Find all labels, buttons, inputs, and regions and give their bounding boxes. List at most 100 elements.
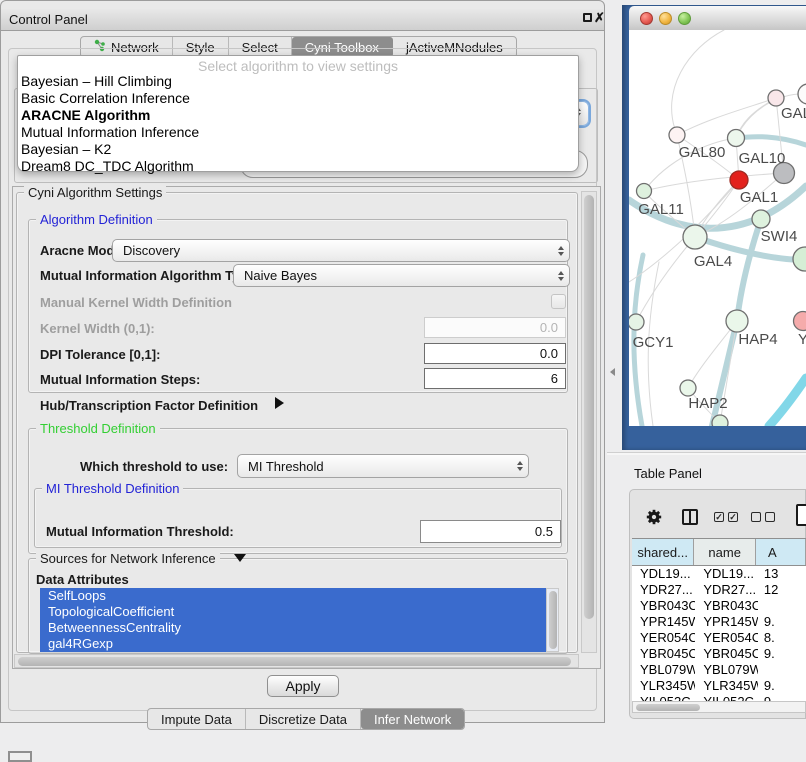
table-row[interactable]: YPR145WYPR145W9. bbox=[632, 614, 806, 630]
deselect-all-checkbox-icon[interactable] bbox=[751, 512, 761, 522]
table-row[interactable]: YDL19...YDL19...13 bbox=[632, 566, 806, 582]
column-header-name[interactable]: name bbox=[694, 539, 756, 565]
network-node[interactable] bbox=[794, 312, 806, 331]
network-node[interactable] bbox=[629, 314, 644, 330]
table-cell[interactable]: 9. bbox=[758, 678, 806, 694]
table-cell[interactable]: YIL052C bbox=[632, 694, 695, 701]
table-cell[interactable]: YLR345W bbox=[632, 678, 695, 694]
tab-infer-network[interactable]: Infer Network bbox=[361, 709, 464, 729]
table-cell[interactable]: YPR145W bbox=[632, 614, 695, 630]
table-cell[interactable]: 8. bbox=[758, 630, 806, 646]
network-node[interactable] bbox=[680, 380, 696, 396]
table-cell[interactable]: YBR043C bbox=[632, 598, 695, 614]
table-cell[interactable]: YBL079W bbox=[695, 662, 758, 678]
network-node[interactable] bbox=[637, 184, 652, 199]
table-cell[interactable]: 12 bbox=[758, 582, 806, 598]
float-window-icon[interactable] bbox=[583, 13, 592, 22]
settings-vscroll-thumb[interactable] bbox=[584, 195, 594, 619]
close-icon[interactable]: ✗ bbox=[594, 10, 605, 26]
table-hscroll-thumb[interactable] bbox=[636, 704, 700, 711]
table-row[interactable]: YIL052CYIL052C9 bbox=[632, 694, 806, 701]
network-node[interactable] bbox=[728, 130, 745, 147]
mi-type-combo[interactable]: Naive Bayes bbox=[233, 264, 570, 287]
table-cell[interactable]: YIL052C bbox=[695, 694, 758, 701]
algorithm-option-mutual-information-inference[interactable]: Mutual Information Inference bbox=[18, 124, 578, 141]
network-node[interactable] bbox=[712, 415, 728, 426]
deselect-all-checkbox-icon[interactable] bbox=[765, 512, 775, 522]
table-cell[interactable]: 9. bbox=[758, 646, 806, 662]
table-row[interactable]: YDR27...YDR27...12 bbox=[632, 582, 806, 598]
table-cell[interactable]: 9 bbox=[758, 694, 806, 701]
table-cell[interactable]: YER054C bbox=[632, 630, 695, 646]
mi-steps-field[interactable]: 6 bbox=[424, 368, 566, 389]
table-cell[interactable]: YBL079W bbox=[632, 662, 695, 678]
attribute-item-topologicalcoefficient[interactable]: TopologicalCoefficient bbox=[40, 604, 546, 620]
select-all-checkbox-icon[interactable]: ✓ bbox=[714, 512, 724, 522]
table-cell[interactable]: YBR043C bbox=[695, 598, 758, 614]
table-cell[interactable]: YDR27... bbox=[632, 582, 695, 598]
algorithm-option-aracne-algorithm[interactable]: ARACNE Algorithm bbox=[18, 107, 578, 124]
network-node[interactable] bbox=[683, 225, 707, 249]
table-cell[interactable]: YDL19... bbox=[632, 566, 695, 582]
table-cell[interactable] bbox=[758, 598, 806, 614]
table-row[interactable]: YBR043CYBR043C bbox=[632, 598, 806, 614]
close-traffic-light-icon[interactable] bbox=[640, 12, 653, 25]
settings-horizontal-scrollbar[interactable] bbox=[14, 654, 579, 668]
attribute-item-betweennesscentrality[interactable]: BetweennessCentrality bbox=[40, 620, 546, 636]
expand-arrow-icon[interactable] bbox=[275, 397, 284, 409]
export-table-icon[interactable] bbox=[796, 504, 806, 526]
attributes-scroll-thumb[interactable] bbox=[549, 591, 557, 649]
algorithm-option-bayesian-k2[interactable]: Bayesian – K2 bbox=[18, 141, 578, 158]
table-row[interactable]: YLR345WYLR345W9. bbox=[632, 678, 806, 694]
table-cell[interactable]: YBR045C bbox=[695, 646, 758, 662]
table-cell[interactable] bbox=[758, 662, 806, 678]
aracne-mode-combo[interactable]: Discovery bbox=[112, 239, 570, 262]
mi-threshold-field[interactable]: 0.5 bbox=[420, 520, 561, 543]
network-window-titlebar[interactable] bbox=[629, 6, 806, 31]
network-node[interactable] bbox=[768, 90, 784, 106]
network-canvas[interactable]: GALGAL80GAL10GAL1GAL11SWI4GAL4GCY1HAP4YH… bbox=[629, 30, 806, 426]
network-node[interactable] bbox=[752, 210, 770, 228]
tab-impute-data[interactable]: Impute Data bbox=[148, 709, 246, 729]
kernel-width-field[interactable]: 0.0 bbox=[424, 317, 566, 338]
column-header-a[interactable]: A bbox=[756, 539, 806, 565]
algorithm-option-bayesian-hill-climbing[interactable]: Bayesian – Hill Climbing bbox=[18, 73, 578, 90]
table-row[interactable]: YER054CYER054C8. bbox=[632, 630, 806, 646]
settings-hscroll-thumb[interactable] bbox=[18, 657, 571, 666]
table-cell[interactable]: 9. bbox=[758, 614, 806, 630]
network-node[interactable] bbox=[669, 127, 685, 143]
table-cell[interactable]: YDR27... bbox=[695, 582, 758, 598]
hub-section-label[interactable]: Hub/Transcription Factor Definition bbox=[40, 398, 258, 413]
zoom-traffic-light-icon[interactable] bbox=[678, 12, 691, 25]
table-cell[interactable]: YDL19... bbox=[695, 566, 758, 582]
minimize-traffic-light-icon[interactable] bbox=[659, 12, 672, 25]
dpi-tolerance-field[interactable]: 0.0 bbox=[424, 343, 566, 364]
table-cell[interactable]: YER054C bbox=[695, 630, 758, 646]
column-header-shared[interactable]: shared... bbox=[632, 539, 694, 565]
table-cell[interactable]: YLR345W bbox=[695, 678, 758, 694]
table-cell[interactable]: YPR145W bbox=[695, 614, 758, 630]
gear-icon[interactable] bbox=[645, 508, 663, 526]
collapse-arrow-icon[interactable] bbox=[234, 554, 246, 562]
tab-discretize-data[interactable]: Discretize Data bbox=[246, 709, 361, 729]
table-cell[interactable]: 13 bbox=[758, 566, 806, 582]
manual-kernel-checkbox[interactable] bbox=[551, 294, 566, 309]
table-horizontal-scrollbar[interactable] bbox=[632, 701, 806, 713]
which-threshold-combo[interactable]: MI Threshold bbox=[237, 454, 529, 478]
table-row[interactable]: YBR045CYBR045C9. bbox=[632, 646, 806, 662]
network-node[interactable] bbox=[798, 84, 806, 104]
settings-vertical-scrollbar[interactable] bbox=[581, 191, 597, 653]
columns-icon[interactable] bbox=[682, 509, 698, 525]
attribute-item-gal4rgexp[interactable]: gal4RGexp bbox=[40, 636, 546, 652]
attribute-item-selfloops[interactable]: SelfLoops bbox=[40, 588, 546, 604]
table-row[interactable]: YBL079WYBL079W bbox=[632, 662, 806, 678]
sources-title[interactable]: Sources for Network Inference bbox=[36, 552, 220, 565]
panel-splitter-handle[interactable] bbox=[610, 368, 615, 376]
network-node[interactable] bbox=[730, 171, 748, 189]
clipped-corner-checkbox-icon[interactable] bbox=[8, 751, 32, 762]
table-cell[interactable]: YBR045C bbox=[632, 646, 695, 662]
network-node[interactable] bbox=[793, 247, 806, 271]
network-node[interactable] bbox=[726, 310, 748, 332]
attributes-scrollbar[interactable] bbox=[546, 588, 559, 652]
algorithm-option-dream8-dc-tdc-algorithm[interactable]: Dream8 DC_TDC Algorithm bbox=[18, 158, 578, 175]
